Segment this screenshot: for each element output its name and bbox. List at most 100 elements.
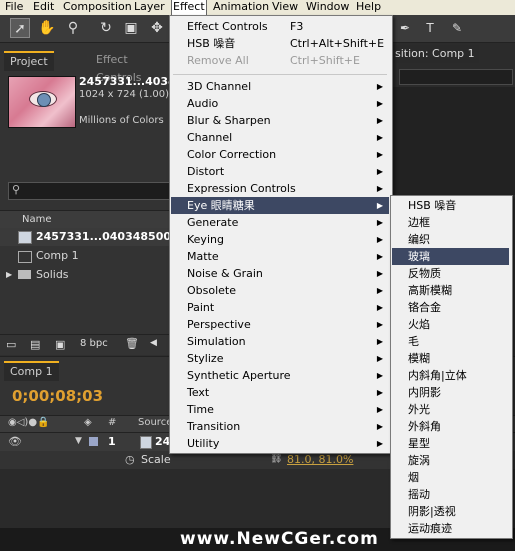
menu-view[interactable]: View [272, 0, 298, 15]
menu-item-perspective[interactable]: Perspective ▶ [171, 316, 389, 333]
menu-item-keying[interactable]: Keying ▶ [171, 231, 389, 248]
menu-item-effect-controls[interactable]: Effect Controls F3 [171, 18, 389, 35]
menu-item-transition[interactable]: Transition ▶ [171, 418, 389, 435]
menu-item-simulation[interactable]: Simulation ▶ [171, 333, 389, 350]
submenu-arrow-icon: ▶ [376, 320, 383, 329]
label-column-icon[interactable]: ◈ [84, 417, 92, 428]
tab-comp-1[interactable]: Comp 1 [4, 361, 59, 381]
expand-layer-arrow-icon[interactable]: ▼ [75, 436, 82, 446]
tab-effect-controls[interactable]: Effect Controls [96, 51, 170, 84]
submenu-arrow-icon: ▶ [376, 150, 383, 159]
av-switches-icon[interactable]: ◉◁)●🔒 [8, 417, 50, 428]
menu-item-synthetic-aperture[interactable]: Synthetic Aperture ▶ [171, 367, 389, 384]
menu-item-blur-sharpen[interactable]: Blur & Sharpen ▶ [171, 112, 389, 129]
menu-item-time[interactable]: Time ▶ [171, 401, 389, 418]
brush-tool-icon[interactable]: ✎ [447, 18, 467, 38]
menu-item-matte[interactable]: Matte ▶ [171, 248, 389, 265]
stopwatch-icon[interactable]: ◷ [125, 453, 135, 466]
project-search-input[interactable]: ⚲ [8, 182, 170, 200]
number-column-icon[interactable]: # [108, 417, 116, 428]
visibility-eye-icon[interactable]: 👁 [8, 435, 22, 448]
submenu-item[interactable]: 摇动 [392, 486, 509, 503]
submenu-item[interactable]: HSB 噪音 [392, 197, 509, 214]
menu-layer[interactable]: Layer [134, 0, 165, 15]
column-name[interactable]: Name [22, 211, 52, 229]
menu-item-expression-controls[interactable]: Expression Controls ▶ [171, 180, 389, 197]
scroll-left-icon[interactable]: ◀ [150, 338, 157, 348]
expand-arrow-icon[interactable]: ▶ [6, 266, 12, 284]
pan-behind-tool-icon[interactable]: ✥ [147, 18, 167, 38]
submenu-item[interactable]: 高斯模糊 [392, 282, 509, 299]
source-column-header[interactable]: Source [138, 417, 172, 428]
submenu-item[interactable]: 运动痕迹 [392, 520, 509, 537]
zoom-tool-icon[interactable]: ⚲ [63, 18, 83, 38]
submenu-item[interactable]: 烟 [392, 469, 509, 486]
item-colors: Millions of Colors [79, 115, 164, 126]
submenu-item[interactable]: 毛 [392, 333, 509, 350]
menu-item-remove-all: Remove All Ctrl+Shift+E [187, 54, 360, 67]
new-folder-icon[interactable]: ▤ [30, 338, 40, 351]
submenu-arrow-icon: ▶ [376, 252, 383, 261]
project-item-label: 2457331...0403485000 [36, 230, 179, 243]
submenu-item[interactable]: 模糊 [392, 350, 509, 367]
menu-animation[interactable]: Animation [213, 0, 269, 15]
timecode-display[interactable]: 0;00;08;03 [12, 387, 103, 405]
menu-item-utility[interactable]: Utility ▶ [171, 435, 389, 452]
interpret-footage-icon[interactable]: ▭ [6, 338, 16, 351]
menu-item-eye-candy[interactable]: Eye 眼睛糖果 ▶ [171, 197, 389, 214]
submenu-item-glass[interactable]: 玻璃 [392, 248, 509, 265]
menu-help[interactable]: Help [356, 0, 381, 15]
trash-icon[interactable]: 🗑 [125, 337, 139, 350]
menu-item-obsolete[interactable]: Obsolete ▶ [171, 282, 389, 299]
submenu-item[interactable]: 铬合金 [392, 299, 509, 316]
project-item-comp[interactable]: Comp 1 [0, 247, 170, 265]
submenu-item[interactable]: 边框 [392, 214, 509, 231]
submenu-item[interactable]: 旋涡 [392, 452, 509, 469]
layer-label-color[interactable] [89, 437, 98, 446]
property-name: Scale [141, 453, 171, 466]
bpc-button[interactable]: 8 bpc [80, 338, 108, 349]
menu-item-channel[interactable]: Channel ▶ [171, 129, 389, 146]
constrain-proportions-icon[interactable]: ⛓ [270, 453, 283, 464]
submenu-item[interactable]: 内阴影 [392, 384, 509, 401]
submenu-item[interactable]: 火焰 [392, 316, 509, 333]
menu-edit[interactable]: Edit [33, 0, 54, 15]
scale-value[interactable]: 81.0, 81.0% [287, 453, 353, 466]
menu-effect[interactable]: Effect [171, 0, 207, 16]
project-item-solids[interactable]: ▶ Solids [0, 266, 170, 284]
tab-composition[interactable]: sition: Comp 1 [391, 45, 479, 63]
submenu-item[interactable]: 外光 [392, 401, 509, 418]
menu-item-paint[interactable]: Paint ▶ [171, 299, 389, 316]
menu-item-stylize[interactable]: Stylize ▶ [171, 350, 389, 367]
submenu-arrow-icon: ▶ [376, 235, 383, 244]
menu-file[interactable]: File [5, 0, 23, 15]
selection-tool-icon[interactable]: ➚ [10, 18, 30, 38]
menu-item-distort[interactable]: Distort ▶ [171, 163, 389, 180]
camera-tool-icon[interactable]: ▣ [121, 18, 141, 38]
submenu-item[interactable]: 编织 [392, 231, 509, 248]
viewer-canvas[interactable] [391, 87, 515, 195]
menu-composition[interactable]: Composition [63, 0, 132, 15]
submenu-item[interactable]: 外斜角 [392, 418, 509, 435]
submenu-item[interactable]: 星型 [392, 435, 509, 452]
menu-item-audio[interactable]: Audio ▶ [171, 95, 389, 112]
tab-project[interactable]: Project [4, 51, 54, 71]
menu-item-generate[interactable]: Generate ▶ [171, 214, 389, 231]
project-item-footage[interactable]: 2457331...0403485000 [0, 228, 179, 246]
menu-item-3d-channel[interactable]: 3D Channel ▶ [171, 78, 389, 95]
project-item-label: Solids [36, 268, 69, 281]
submenu-item[interactable]: 反物质 [392, 265, 509, 282]
rotate-tool-icon[interactable]: ↻ [96, 18, 116, 38]
menu-item-color-correction[interactable]: Color Correction ▶ [171, 146, 389, 163]
pen-tool-icon[interactable]: ✒ [395, 18, 415, 38]
submenu-arrow-icon: ▶ [376, 82, 383, 91]
submenu-item[interactable]: 内斜角|立体 [392, 367, 509, 384]
menu-item-noise-grain[interactable]: Noise & Grain ▶ [171, 265, 389, 282]
text-tool-icon[interactable]: T [420, 18, 440, 38]
menu-item-hsb-noise[interactable]: HSB 噪音 Ctrl+Alt+Shift+E [171, 35, 389, 52]
hand-tool-icon[interactable]: ✋ [37, 18, 57, 38]
new-comp-icon[interactable]: ▣ [55, 338, 65, 351]
submenu-item[interactable]: 阴影|透视 [392, 503, 509, 520]
menu-window[interactable]: Window [306, 0, 349, 15]
menu-item-text[interactable]: Text ▶ [171, 384, 389, 401]
